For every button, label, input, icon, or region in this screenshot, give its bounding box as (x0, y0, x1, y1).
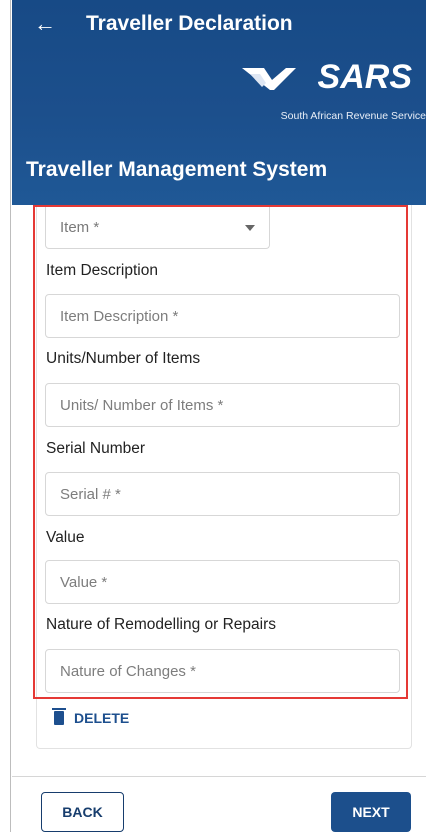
system-title: Traveller Management System (26, 158, 328, 181)
sars-logo: SARS (242, 58, 412, 98)
delete-label: DELETE (74, 710, 130, 726)
back-button[interactable]: BACK (41, 792, 124, 832)
sars-logo-mark-icon (242, 68, 296, 90)
back-arrow-icon[interactable]: ← (34, 10, 56, 38)
next-button[interactable]: NEXT (331, 792, 411, 832)
page-title: Traveller Declaration (86, 12, 293, 35)
delete-button[interactable]: DELETE (52, 708, 130, 726)
footer-divider (12, 776, 426, 777)
app-header: ← Traveller Declaration SARS South Afric… (12, 0, 426, 205)
sars-logo-text: SARS (317, 58, 412, 96)
trash-icon (52, 708, 66, 725)
left-border (0, 0, 11, 832)
brand-subtitle: South African Revenue Service (280, 110, 426, 122)
highlight-box (33, 205, 408, 699)
